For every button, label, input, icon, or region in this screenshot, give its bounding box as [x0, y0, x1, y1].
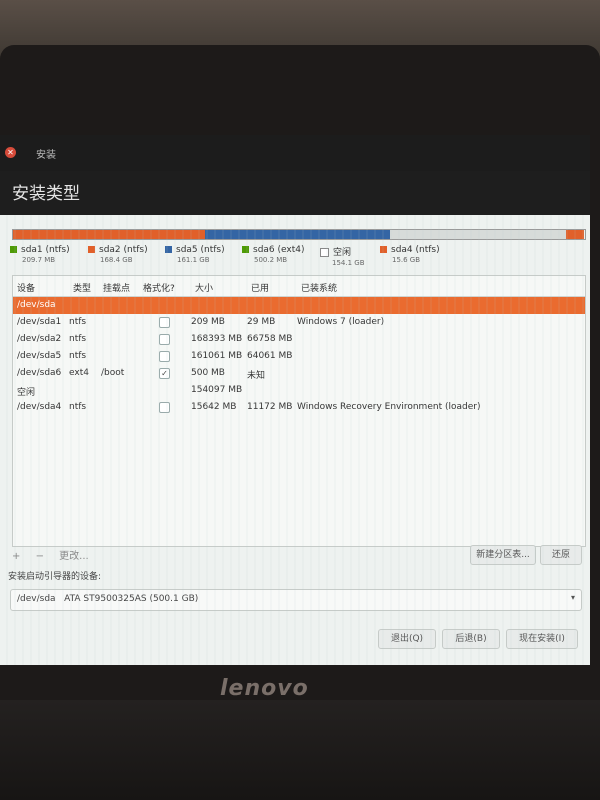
- revert-button[interactable]: 还原: [540, 545, 582, 565]
- cell-device: /dev/sda4: [17, 402, 62, 412]
- table-row[interactable]: /dev/sda2 ntfs 168393 MB 66758 MB: [13, 331, 585, 348]
- column-header[interactable]: 设备: [17, 281, 35, 294]
- partition-bar-segment: [390, 230, 567, 239]
- add-partition-button[interactable]: +: [12, 551, 20, 562]
- back-button[interactable]: 后退(B): [442, 629, 500, 649]
- installer-window: ✕ 安装 安装类型 sda1 (ntfs) 209.7 MB sda2 (ntf…: [0, 135, 590, 665]
- main-content: sda1 (ntfs) 209.7 MB sda2 (ntfs) 168.4 G…: [0, 215, 590, 665]
- legend-swatch-icon: [242, 246, 249, 253]
- window-title: 安装: [36, 150, 56, 161]
- new-partition-table-button[interactable]: 新建分区表...: [470, 545, 536, 565]
- legend-item: 空闲 154.1 GB: [320, 245, 365, 267]
- legend-size: 15.6 GB: [392, 256, 421, 264]
- cell-size: 209 MB: [191, 317, 225, 327]
- cell-used: 29 MB: [247, 317, 276, 327]
- table-row[interactable]: /dev/sda6 ext4 /boot ✓ 500 MB 未知: [13, 365, 585, 382]
- legend-size: 168.4 GB: [100, 256, 133, 264]
- legend-item: sda2 (ntfs) 168.4 GB: [88, 245, 148, 264]
- column-header[interactable]: 格式化?: [143, 281, 175, 294]
- legend-name: sda6 (ext4): [253, 245, 305, 255]
- bootloader-label: 安装启动引导器的设备:: [8, 572, 102, 582]
- table-row[interactable]: /dev/sda: [13, 297, 585, 314]
- column-header[interactable]: 类型: [73, 281, 91, 294]
- laptop-hinge: [0, 700, 600, 800]
- legend-swatch-icon: [380, 246, 387, 253]
- page-header: 安装类型: [0, 171, 590, 221]
- table-header: 设备 类型 挂载点 格式化? 大小 已用 已装系统: [13, 276, 585, 297]
- table-row[interactable]: 空闲 154097 MB: [13, 382, 585, 399]
- cell-mount: /boot: [101, 368, 125, 378]
- cell-used: 未知: [247, 371, 266, 381]
- cell-device: /dev/sda6: [17, 368, 62, 378]
- bootloader-select[interactable]: /dev/sda ATA ST9500325AS (500.1 GB) ▾: [10, 589, 582, 611]
- partition-table: 设备 类型 挂载点 格式化? 大小 已用 已装系统 /dev/sda /dev/…: [12, 275, 586, 547]
- column-header[interactable]: 已装系统: [301, 281, 337, 294]
- partition-actions: + − 更改...: [12, 547, 89, 562]
- cell-device: /dev/sda2: [17, 334, 62, 344]
- legend-name: 空闲: [333, 248, 352, 258]
- cell-size: 168393 MB: [191, 334, 243, 344]
- title-bar: ✕ 安装: [0, 135, 590, 171]
- cell-type: ntfs: [69, 351, 87, 361]
- cell-type: ext4: [69, 368, 89, 378]
- cell-used: 11172 MB: [247, 402, 293, 412]
- format-checkbox[interactable]: [159, 402, 170, 413]
- legend-swatch-icon: [165, 246, 172, 253]
- legend-item: sda6 (ext4) 500.2 MB: [242, 245, 305, 264]
- column-header[interactable]: 挂载点: [103, 281, 130, 294]
- cell-type: ntfs: [69, 317, 87, 327]
- cell-used: 66758 MB: [247, 334, 293, 344]
- partition-legend: sda1 (ntfs) 209.7 MB sda2 (ntfs) 168.4 G…: [10, 245, 590, 267]
- legend-name: sda1 (ntfs): [21, 245, 70, 255]
- table-row[interactable]: /dev/sda4 ntfs 15642 MB 11172 MB Windows…: [13, 399, 585, 416]
- cell-size: 161061 MB: [191, 351, 243, 361]
- legend-name: sda5 (ntfs): [176, 245, 225, 255]
- legend-size: 154.1 GB: [332, 259, 365, 267]
- cell-device: 空闲: [17, 388, 36, 398]
- install-now-button[interactable]: 现在安装(I): [506, 629, 578, 649]
- legend-size: 500.2 MB: [254, 256, 288, 264]
- cell-size: 154097 MB: [191, 385, 243, 395]
- page-title: 安装类型: [12, 184, 80, 204]
- table-row[interactable]: /dev/sda5 ntfs 161061 MB 64061 MB: [13, 348, 585, 365]
- table-row[interactable]: /dev/sda1 ntfs 209 MB 29 MB Windows 7 (l…: [13, 314, 585, 331]
- quit-button[interactable]: 退出(Q): [378, 629, 436, 649]
- format-checkbox[interactable]: [159, 317, 170, 328]
- close-icon[interactable]: ✕: [5, 147, 16, 158]
- bootloader-value: /dev/sda ATA ST9500325AS (500.1 GB): [17, 594, 199, 604]
- format-checkbox[interactable]: [159, 351, 170, 362]
- change-partition-button[interactable]: 更改...: [59, 551, 89, 562]
- cell-system: Windows Recovery Environment (loader): [297, 402, 481, 412]
- format-checkbox-checked[interactable]: ✓: [159, 368, 170, 379]
- partition-bar: [12, 229, 586, 240]
- partition-bar-segment: [566, 230, 585, 239]
- legend-name: sda4 (ntfs): [391, 245, 440, 255]
- partition-bar-segment: [205, 230, 390, 239]
- brand-logo: lenovo: [220, 676, 309, 701]
- format-checkbox[interactable]: [159, 334, 170, 345]
- cell-system: Windows 7 (loader): [297, 317, 385, 327]
- legend-size: 209.7 MB: [22, 256, 56, 264]
- cell-device: /dev/sda1: [17, 317, 62, 327]
- legend-item: sda1 (ntfs) 209.7 MB: [10, 245, 70, 264]
- legend-swatch-icon: [10, 246, 17, 253]
- cell-size: 15642 MB: [191, 402, 237, 412]
- legend-swatch-icon: [320, 248, 329, 257]
- legend-item: sda4 (ntfs) 15.6 GB: [380, 245, 440, 264]
- cell-used: 64061 MB: [247, 351, 293, 361]
- column-header[interactable]: 大小: [195, 281, 213, 294]
- cell-device: /dev/sda: [17, 300, 56, 310]
- column-header[interactable]: 已用: [251, 281, 269, 294]
- cell-type: ntfs: [69, 334, 87, 344]
- cell-device: /dev/sda5: [17, 351, 62, 361]
- cell-size: 500 MB: [191, 368, 225, 378]
- legend-swatch-icon: [88, 246, 95, 253]
- remove-partition-button[interactable]: −: [36, 551, 44, 562]
- cell-type: ntfs: [69, 402, 87, 412]
- legend-item: sda5 (ntfs) 161.1 GB: [165, 245, 225, 264]
- legend-name: sda2 (ntfs): [99, 245, 148, 255]
- chevron-down-icon: ▾: [570, 593, 575, 602]
- legend-size: 161.1 GB: [177, 256, 210, 264]
- partition-bar-segment: [13, 230, 206, 239]
